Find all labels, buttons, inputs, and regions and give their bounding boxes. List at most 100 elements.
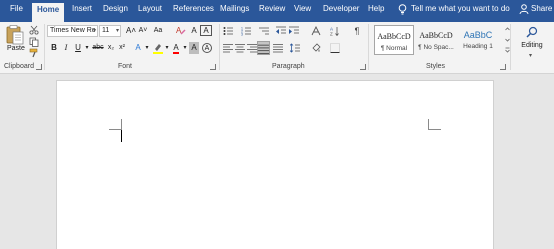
- tab-view[interactable]: View: [294, 4, 311, 13]
- tab-home[interactable]: Home: [32, 3, 65, 22]
- multilevel-list-icon[interactable]: [259, 26, 269, 36]
- chevron-down-icon: ▾: [115, 28, 119, 34]
- font-color-button[interactable]: A: [171, 42, 181, 54]
- tab-references[interactable]: References: [173, 4, 214, 13]
- clear-formatting-icon: A: [176, 26, 186, 35]
- styles-gallery: AaBbCcD ¶ Normal AaBbCcD ¶ No Spac... Aa…: [372, 24, 504, 58]
- align-left-icon[interactable]: [223, 43, 233, 53]
- sort-icon[interactable]: AZ: [330, 26, 340, 36]
- divider: [368, 24, 369, 70]
- justify-button[interactable]: [257, 41, 270, 55]
- subscript-button[interactable]: x₂: [106, 42, 116, 54]
- style-name: ¶ Normal: [380, 45, 408, 52]
- shading-icon[interactable]: [311, 43, 321, 53]
- tab-insert[interactable]: Insert: [72, 4, 92, 13]
- text-effects-label: A: [135, 43, 141, 52]
- tab-help[interactable]: Help: [368, 4, 384, 13]
- line-spacing-icon[interactable]: [290, 43, 300, 53]
- style-sample: AaBbC: [463, 30, 493, 40]
- paragraph-launcher[interactable]: [360, 64, 366, 70]
- show-marks-label: ¶: [354, 26, 360, 36]
- align-center-icon[interactable]: [235, 43, 245, 53]
- clipboard-launcher[interactable]: [36, 64, 42, 70]
- increase-indent-icon[interactable]: [289, 26, 299, 36]
- tab-layout[interactable]: Layout: [138, 4, 162, 13]
- document-page[interactable]: [56, 80, 494, 249]
- character-shading-button[interactable]: A: [189, 42, 199, 54]
- tell-me-search[interactable]: Tell me what you want to do: [398, 4, 510, 15]
- tab-developer[interactable]: Developer: [323, 4, 359, 13]
- change-case-button[interactable]: Aa: [152, 25, 164, 37]
- chevron-down-icon: ▾: [92, 28, 96, 34]
- style-name: ¶ No Spac...: [418, 44, 454, 51]
- decrease-indent-icon[interactable]: [276, 26, 286, 36]
- grow-font-button[interactable]: A˄: [126, 25, 136, 37]
- paste-label: Paste: [7, 45, 25, 52]
- font-size-value: 11: [102, 27, 110, 34]
- search-icon: [526, 26, 538, 38]
- highlight-button[interactable]: [152, 42, 164, 54]
- font-color-label: A: [173, 43, 179, 54]
- editing-label: Editing: [521, 42, 543, 49]
- superscript-button[interactable]: x²: [117, 42, 127, 54]
- share-label: Share: [531, 4, 553, 13]
- ribbon-home: Paste Clipboard Times New Ro ▾ 11 ▾ A˄ A…: [0, 22, 554, 74]
- style-sample: AaBbCcD: [377, 32, 411, 41]
- distributed-icon[interactable]: [273, 43, 283, 53]
- character-border-button[interactable]: A: [200, 25, 212, 37]
- bold-button[interactable]: B: [49, 42, 59, 54]
- ribbon-tab-bar: File Home Insert Design Layout Reference…: [0, 0, 554, 22]
- chevron-down-icon[interactable]: ▾: [182, 42, 188, 54]
- tab-mailings[interactable]: Mailings: [220, 4, 249, 13]
- italic-button[interactable]: I: [61, 42, 71, 54]
- show-marks-button[interactable]: ¶: [352, 25, 362, 37]
- lightbulb-icon: [398, 4, 407, 15]
- strikethrough-button[interactable]: abc: [91, 42, 105, 54]
- paste-button[interactable]: Paste: [4, 24, 26, 60]
- justify-icon: [258, 44, 269, 54]
- font-size-field[interactable]: 11 ▾: [99, 25, 121, 37]
- divider: [510, 24, 511, 70]
- format-painter-icon[interactable]: [29, 48, 39, 58]
- style-heading-1[interactable]: AaBbC Heading 1: [456, 25, 500, 55]
- shrink-font-button[interactable]: A˅: [138, 25, 148, 37]
- svg-text:3: 3: [241, 33, 243, 37]
- margin-corner-right: [428, 129, 441, 130]
- chevron-down-icon[interactable]: ▾: [164, 42, 170, 54]
- font-launcher[interactable]: [210, 64, 216, 70]
- strikethrough-label: abc: [92, 44, 104, 51]
- bullets-icon[interactable]: [223, 26, 233, 36]
- tab-file[interactable]: File: [10, 4, 23, 13]
- numbering-icon[interactable]: 123: [241, 26, 251, 36]
- tab-design[interactable]: Design: [103, 4, 128, 13]
- style-name: Heading 1: [463, 43, 493, 50]
- borders-icon[interactable]: [330, 43, 340, 53]
- chevron-down-icon[interactable]: ▾: [84, 42, 90, 54]
- chevron-down-icon[interactable]: ▾: [144, 42, 150, 54]
- text-effects-button[interactable]: A: [133, 42, 143, 54]
- character-shading-label: A: [191, 43, 197, 52]
- share-button[interactable]: Share: [519, 4, 553, 14]
- character-border-label: A: [200, 25, 212, 36]
- style-normal[interactable]: AaBbCcD ¶ Normal: [374, 25, 414, 55]
- bold-label: B: [51, 43, 57, 52]
- italic-label: I: [64, 43, 68, 52]
- cut-icon[interactable]: [29, 25, 39, 35]
- clear-formatting-button[interactable]: A: [176, 25, 186, 37]
- underline-button[interactable]: U: [73, 42, 83, 54]
- editing-button[interactable]: Editing ▾: [513, 24, 551, 64]
- phonetic-guide-button[interactable]: A: [189, 25, 199, 37]
- align-right-icon[interactable]: [247, 43, 257, 53]
- shrink-font-label: A˅: [138, 27, 148, 34]
- document-area: [0, 75, 554, 249]
- tab-review[interactable]: Review: [259, 4, 285, 13]
- asian-layout-icon[interactable]: [311, 26, 321, 36]
- divider: [44, 24, 45, 70]
- enclose-characters-button[interactable]: A: [201, 42, 213, 54]
- phonetic-guide-label: A: [191, 26, 197, 35]
- style-no-spacing[interactable]: AaBbCcD ¶ No Spac...: [416, 25, 456, 55]
- font-name-field[interactable]: Times New Ro ▾: [47, 25, 98, 37]
- styles-launcher[interactable]: [500, 64, 506, 70]
- change-case-label: Aa: [153, 27, 163, 34]
- copy-icon[interactable]: [29, 37, 39, 47]
